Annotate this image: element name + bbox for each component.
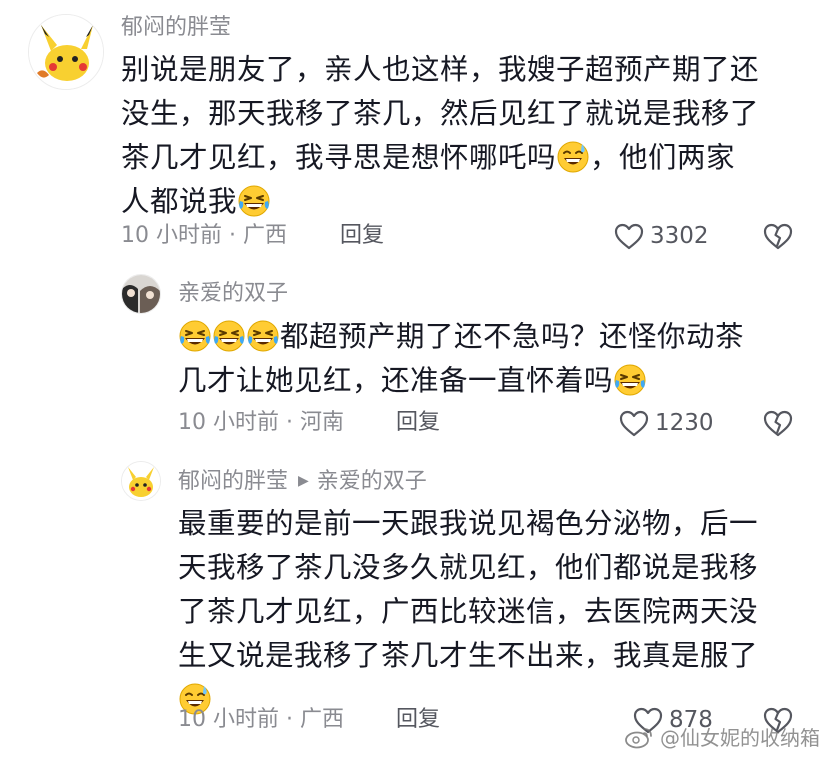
sweat-smile-emoji xyxy=(557,141,590,173)
heart-outline-icon xyxy=(619,410,649,437)
rolling-laughing-emoji xyxy=(179,320,211,352)
reply-button[interactable]: 回复 xyxy=(396,705,440,735)
avatar[interactable] xyxy=(28,14,104,90)
rolling-laughing-emoji xyxy=(614,364,647,396)
comment-text-segment: ，他们两家 xyxy=(590,141,736,174)
comment-text: 都超预产期了还不急吗？还怪你动茶 几才让她见红，还准备一直怀着吗 xyxy=(178,315,808,403)
comment-text-line: 没生，那天我移了茶几，然后见红了就说是我移了 xyxy=(121,97,760,130)
comment-meta: 10 小时前 · 广西 xyxy=(178,707,344,732)
avatar[interactable] xyxy=(121,274,161,314)
comment-text-line: 了茶几才见红，广西比较迷信，去医院两天没 xyxy=(178,595,759,628)
comment-text-line: 几才让她见红，还准备一直怀着吗 xyxy=(178,359,808,403)
broken-heart-icon[interactable] xyxy=(763,222,793,250)
comment-username[interactable]: 郁闷的胖莹 ▶ 亲爱的双子 xyxy=(178,467,427,496)
comment-text-line: 都超预产期了还不急吗？还怪你动茶 xyxy=(178,315,808,359)
comment-text: 最重要的是前一天跟我说见褐色分泌物，后一 天我移了茶几没多久就见红，他们都说是我… xyxy=(178,502,808,722)
comment-meta: 10 小时前 · 广西 xyxy=(121,223,287,248)
comment-text-segment: 几才让她见红，还准备一直怀着吗 xyxy=(178,364,614,397)
heart-outline-icon xyxy=(614,223,644,250)
twins-avatar-icon xyxy=(122,275,160,313)
triangle-right-icon: ▶ xyxy=(298,473,309,489)
comment-text-line: 茶几才见红，我寻思是想怀哪吒吗 ，他们两家 xyxy=(121,136,811,180)
comment-text-line: 人都说我 xyxy=(121,180,811,224)
reply-to-name[interactable]: 亲爱的双子 xyxy=(317,469,427,494)
rolling-laughing-emoji xyxy=(213,320,245,352)
pikachu-avatar-icon xyxy=(122,462,160,500)
comment-text: 别说是朋友了，亲人也这样，我嫂子超预产期了还 没生，那天我移了茶几，然后见红了就… xyxy=(121,48,811,224)
reply-button[interactable]: 回复 xyxy=(340,221,384,251)
comment-username[interactable]: 郁闷的胖莹 xyxy=(121,14,231,42)
comment-text-line: 生又说是我移了茶几才生不出来，我真是服了 xyxy=(178,639,759,672)
comment-text-line: 最重要的是前一天跟我说见褐色分泌物，后一 xyxy=(178,507,759,540)
reply-button[interactable]: 回复 xyxy=(396,408,440,438)
broken-heart-icon[interactable] xyxy=(763,409,793,437)
like-button[interactable]: 1230 xyxy=(619,408,714,438)
like-count: 3302 xyxy=(650,223,709,249)
comment-text-line: 别说是朋友了，亲人也这样，我嫂子超预产期了还 xyxy=(121,53,760,86)
weibo-watermark: @仙女妮的收纳箱 xyxy=(624,722,820,751)
comment-text-segment: 都超预产期了还不急吗？还怪你动茶 xyxy=(280,320,745,353)
comment-username[interactable]: 亲爱的双子 xyxy=(178,280,288,308)
comment-meta: 10 小时前 · 河南 xyxy=(178,410,344,435)
weibo-logo-icon xyxy=(625,727,652,748)
watermark-text: @仙女妮的收纳箱 xyxy=(660,726,820,750)
author-name[interactable]: 郁闷的胖莹 xyxy=(178,469,288,494)
like-count: 1230 xyxy=(655,410,714,436)
rolling-laughing-emoji xyxy=(247,320,279,352)
rolling-laughing-emoji xyxy=(238,185,271,217)
comment-text-segment: 茶几才见红，我寻思是想怀哪吒吗 xyxy=(121,141,557,174)
comment-text-line: 天我移了茶几没多久就见红，他们都说是我移 xyxy=(178,551,759,584)
like-button[interactable]: 3302 xyxy=(614,221,709,251)
comment-text-segment: 人都说我 xyxy=(121,185,238,218)
avatar[interactable] xyxy=(121,461,161,501)
pikachu-avatar-icon xyxy=(29,15,103,89)
